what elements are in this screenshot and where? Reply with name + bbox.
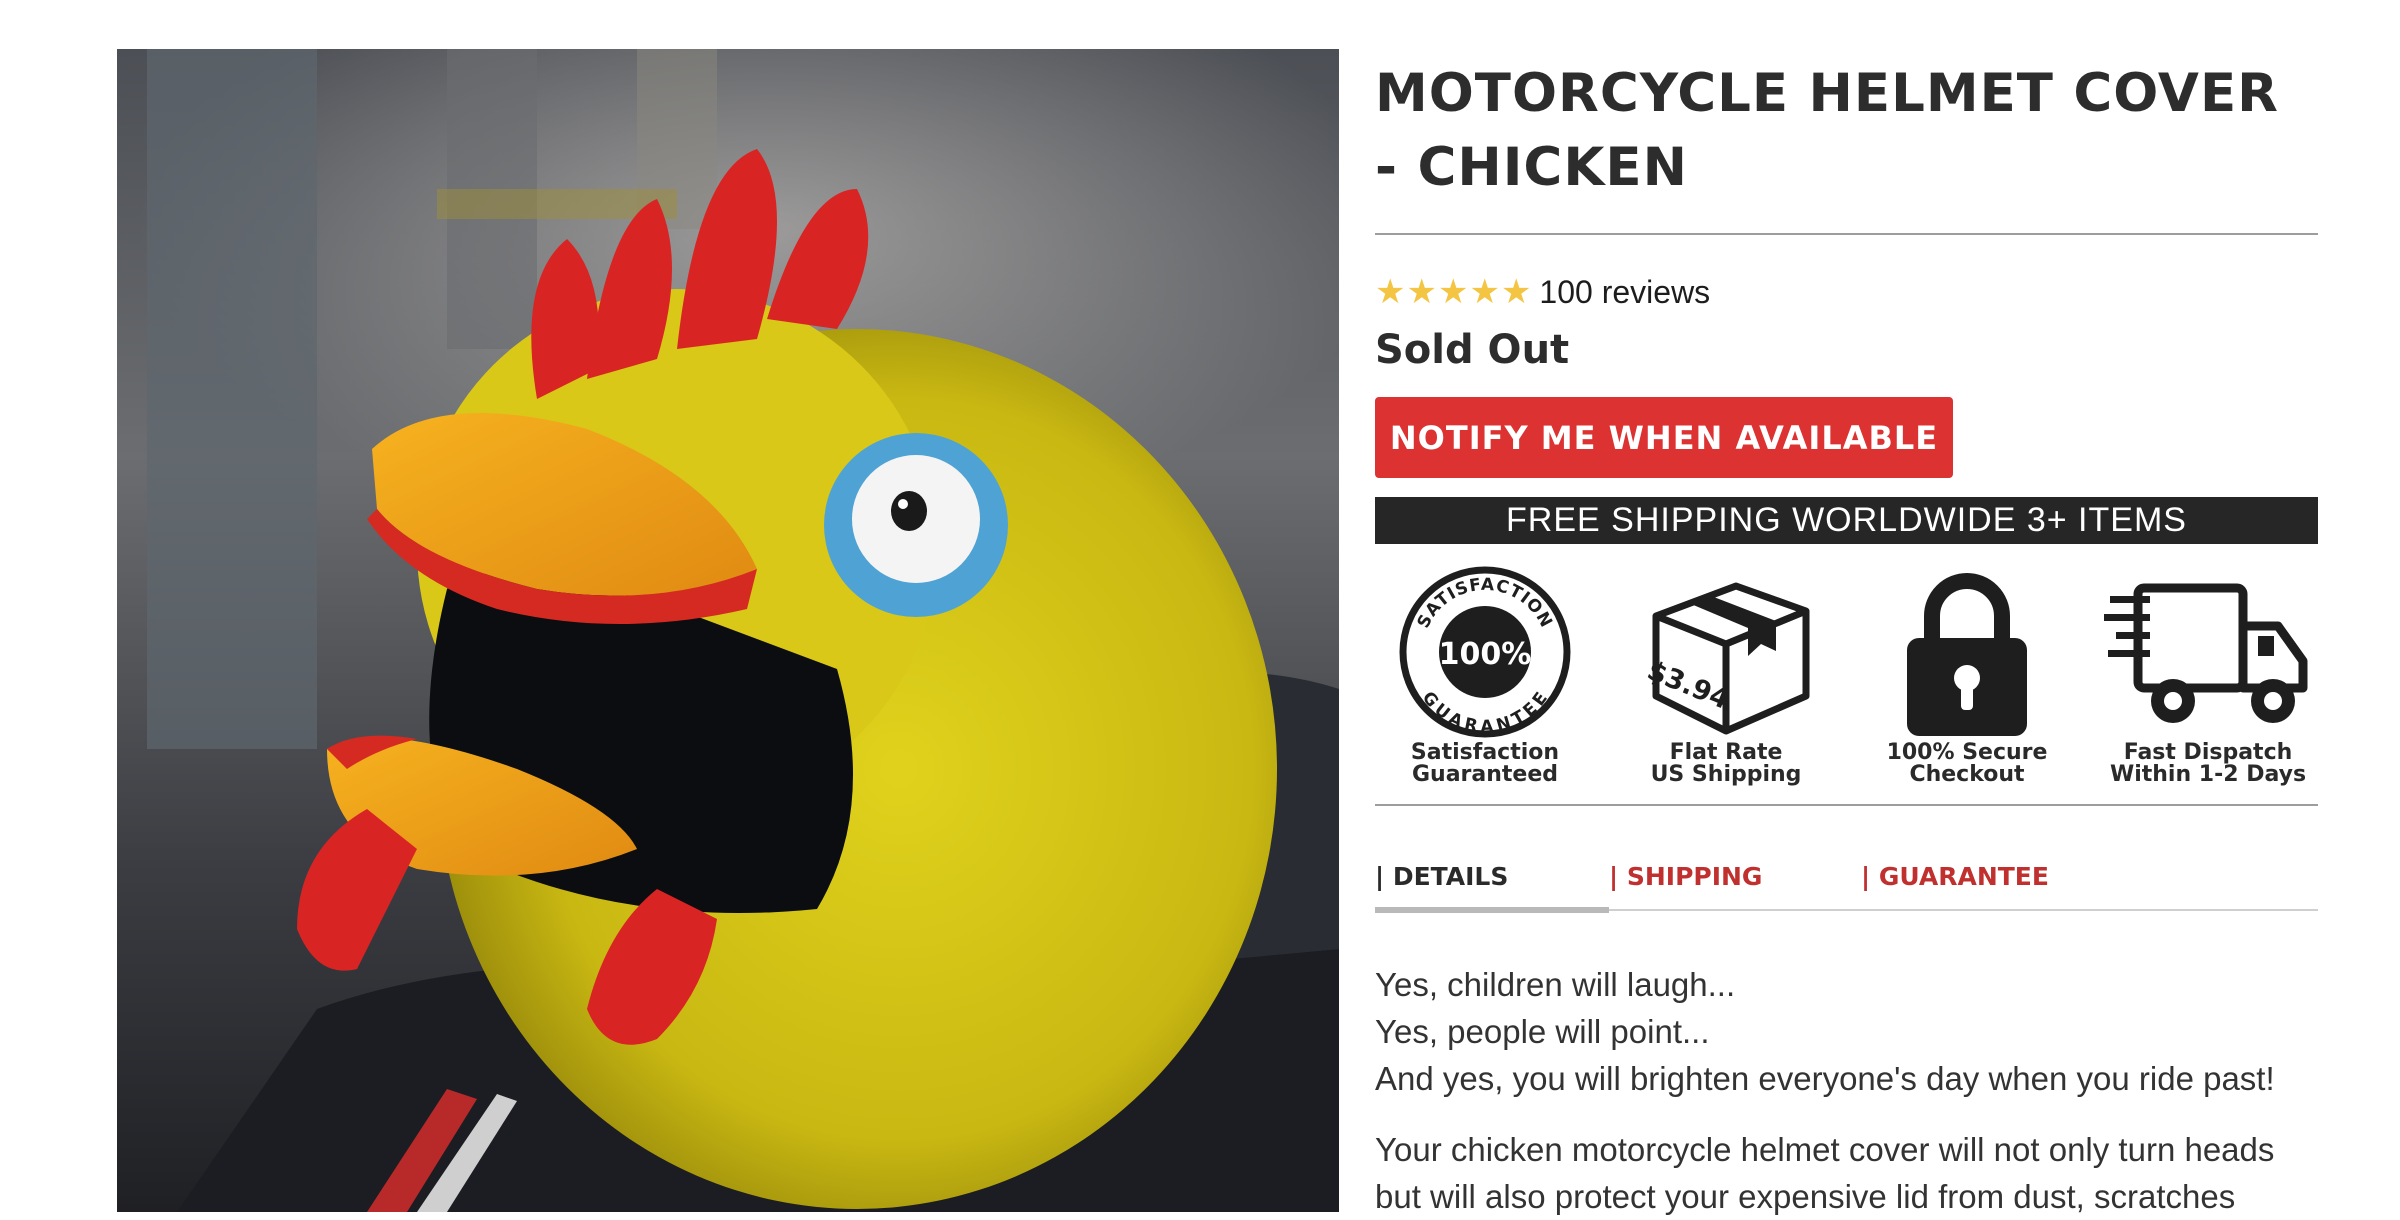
- star-icon: ★: [1406, 273, 1437, 311]
- badge-fast-dispatch: Fast Dispatch Within 1-2 Days: [2104, 566, 2308, 804]
- tab-guarantee[interactable]: | GUARANTEE: [1861, 862, 2049, 909]
- product-image[interactable]: [117, 49, 1339, 1212]
- product-tabs: | DETAILS | SHIPPING | GUARANTEE: [1375, 862, 2318, 913]
- badge-label: Flat Rate US Shipping: [1650, 740, 1802, 787]
- stock-status: Sold Out: [1375, 327, 1570, 373]
- reviews-count-link[interactable]: 100 reviews: [1539, 274, 1710, 311]
- notify-me-button[interactable]: NOTIFY ME WHEN AVAILABLE: [1375, 397, 1953, 478]
- tab-details[interactable]: | DETAILS: [1375, 862, 1609, 913]
- description-line: Yes, children will laugh...: [1375, 966, 1736, 1003]
- chicken-helmet-illustration: [147, 49, 1339, 1212]
- star-rating: ★ ★ ★ ★ ★: [1375, 275, 1531, 309]
- delivery-truck-icon: [2104, 583, 2308, 723]
- rating-row[interactable]: ★ ★ ★ ★ ★ 100 reviews: [1375, 273, 2318, 311]
- description-paragraph: Your chicken motorcycle helmet cover wil…: [1375, 1131, 2275, 1215]
- badges-divider: [1375, 804, 2318, 806]
- tab-shipping[interactable]: | SHIPPING: [1609, 862, 1861, 909]
- trust-badges: SATISFACTION GUARANTEE 100% Satisfaction…: [1375, 566, 2318, 804]
- shipping-box-icon: $3.94: [1643, 582, 1810, 735]
- badge-label: Fast Dispatch Within 1-2 Days: [2109, 740, 2307, 787]
- badge-satisfaction: SATISFACTION GUARANTEE 100% Satisfaction…: [1385, 566, 1585, 804]
- svg-text:$3.94: $3.94: [1643, 655, 1734, 716]
- badge-label: 100% Secure Checkout: [1886, 740, 2048, 787]
- satisfaction-guarantee-seal-icon: SATISFACTION GUARANTEE 100%: [1399, 566, 1571, 738]
- star-icon: ★: [1375, 273, 1406, 311]
- product-title: MOTORCYCLE HELMET COVER - CHICKEN: [1375, 63, 2279, 198]
- description-line: Yes, people will point...: [1375, 1013, 1710, 1050]
- star-icon: ★: [1437, 273, 1469, 311]
- product-details: MOTORCYCLE HELMET COVER - CHICKEN ★ ★ ★ …: [1375, 49, 2318, 1220]
- star-icon: ★: [1500, 273, 1532, 311]
- free-shipping-banner: FREE SHIPPING WORLDWIDE 3+ ITEMS: [1375, 497, 2318, 544]
- title-divider: [1375, 233, 2318, 235]
- product-description: Yes, children will laugh... Yes, people …: [1375, 961, 2318, 1220]
- badge-label: Satisfaction Guaranteed: [1410, 740, 1560, 787]
- padlock-icon: [1907, 573, 2027, 736]
- badge-flat-rate: $3.94 Flat Rate US Shipping: [1626, 566, 1826, 804]
- badge-secure-checkout: 100% Secure Checkout: [1867, 566, 2067, 804]
- svg-text:100%: 100%: [1439, 637, 1532, 672]
- description-line: And yes, you will brighten everyone's da…: [1375, 1060, 2275, 1097]
- star-icon: ★: [1469, 273, 1500, 311]
